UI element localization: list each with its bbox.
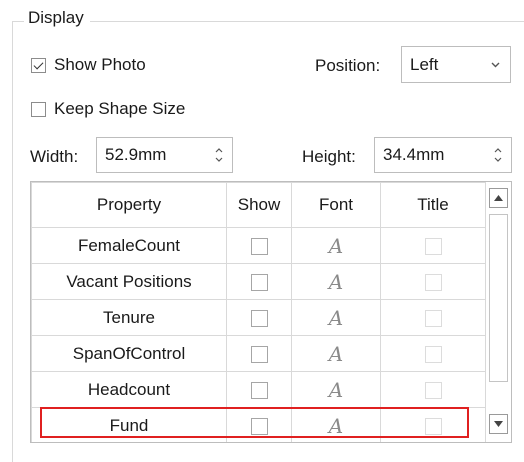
font-cell: A [291, 407, 381, 442]
position-label: Position: [315, 56, 381, 75]
show-cell [226, 227, 292, 264]
show-cell [226, 371, 292, 408]
header-property: Property [31, 182, 227, 228]
font-icon[interactable]: A [329, 414, 343, 438]
show-cell [226, 263, 292, 300]
show-checkbox[interactable] [250, 309, 268, 327]
position-dropdown[interactable]: Left [401, 46, 511, 83]
position-value: Left [410, 54, 439, 74]
property-table: Property Show Font Title FemaleCount A V… [31, 182, 486, 442]
table-row[interactable]: Vacant Positions A [31, 263, 486, 300]
property-cell: Tenure [31, 299, 227, 336]
width-label: Width: [30, 147, 79, 166]
font-icon[interactable]: A [329, 306, 343, 330]
chevron-down-icon[interactable] [491, 62, 500, 68]
property-cell: Fund [31, 407, 227, 442]
show-checkbox[interactable] [250, 273, 268, 291]
font-cell: A [291, 227, 381, 264]
title-checkbox[interactable] [424, 417, 442, 435]
triangle-up-icon [494, 195, 503, 201]
title-cell [380, 371, 486, 408]
font-icon[interactable]: A [329, 270, 343, 294]
width-spinbox[interactable]: 52.9mm [96, 137, 233, 173]
show-cell [226, 407, 292, 442]
show-cell [226, 335, 292, 372]
width-value[interactable]: 52.9mm [105, 145, 166, 165]
table-row[interactable]: SpanOfControl A [31, 335, 486, 372]
property-cell: Headcount [31, 371, 227, 408]
title-cell [380, 407, 486, 442]
font-cell: A [291, 371, 381, 408]
table-row[interactable]: Fund A [31, 407, 486, 442]
title-cell [380, 263, 486, 300]
title-checkbox[interactable] [424, 237, 442, 255]
font-icon[interactable]: A [329, 342, 343, 366]
font-icon[interactable]: A [329, 234, 343, 258]
table-row[interactable]: FemaleCount A [31, 227, 486, 264]
show-checkbox[interactable] [250, 381, 268, 399]
property-table-frame: Property Show Font Title FemaleCount A V… [30, 181, 512, 443]
keep-shape-size-label: Keep Shape Size [54, 99, 186, 118]
table-row[interactable]: Headcount A [31, 371, 486, 408]
display-group-title: Display [24, 7, 90, 29]
table-row[interactable]: Tenure A [31, 299, 486, 336]
scroll-up-button[interactable] [489, 188, 508, 208]
title-checkbox[interactable] [424, 345, 442, 363]
property-cell: FemaleCount [31, 227, 227, 264]
title-cell [380, 335, 486, 372]
height-label: Height: [302, 147, 356, 166]
header-show: Show [226, 182, 292, 228]
font-cell: A [291, 299, 381, 336]
scroll-down-button[interactable] [489, 414, 508, 434]
title-checkbox[interactable] [424, 273, 442, 291]
show-checkbox[interactable] [250, 345, 268, 363]
keep-shape-size-checkbox[interactable] [31, 101, 46, 117]
title-checkbox[interactable] [424, 381, 442, 399]
show-cell [226, 299, 292, 336]
title-checkbox[interactable] [424, 309, 442, 327]
font-cell: A [291, 335, 381, 372]
scroll-thumb[interactable] [489, 214, 508, 382]
show-photo-checkbox-row[interactable]: Show Photo [31, 54, 146, 76]
show-photo-checkbox[interactable] [31, 57, 46, 73]
header-title: Title [380, 182, 486, 228]
width-spin-arrows-icon[interactable] [214, 144, 224, 166]
font-icon[interactable]: A [329, 378, 343, 402]
title-cell [380, 227, 486, 264]
triangle-down-icon [494, 421, 503, 427]
height-spinbox[interactable]: 34.4mm [374, 137, 512, 173]
show-checkbox[interactable] [250, 237, 268, 255]
show-photo-label: Show Photo [54, 55, 146, 74]
table-scrollbar[interactable] [485, 182, 511, 442]
table-header-row: Property Show Font Title [31, 182, 486, 228]
height-spin-arrows-icon[interactable] [493, 144, 503, 166]
show-checkbox[interactable] [250, 417, 268, 435]
font-cell: A [291, 263, 381, 300]
header-font: Font [291, 182, 381, 228]
property-cell: Vacant Positions [31, 263, 227, 300]
title-cell [380, 299, 486, 336]
height-value[interactable]: 34.4mm [383, 145, 444, 165]
keep-shape-size-checkbox-row[interactable]: Keep Shape Size [31, 98, 185, 120]
property-cell: SpanOfControl [31, 335, 227, 372]
